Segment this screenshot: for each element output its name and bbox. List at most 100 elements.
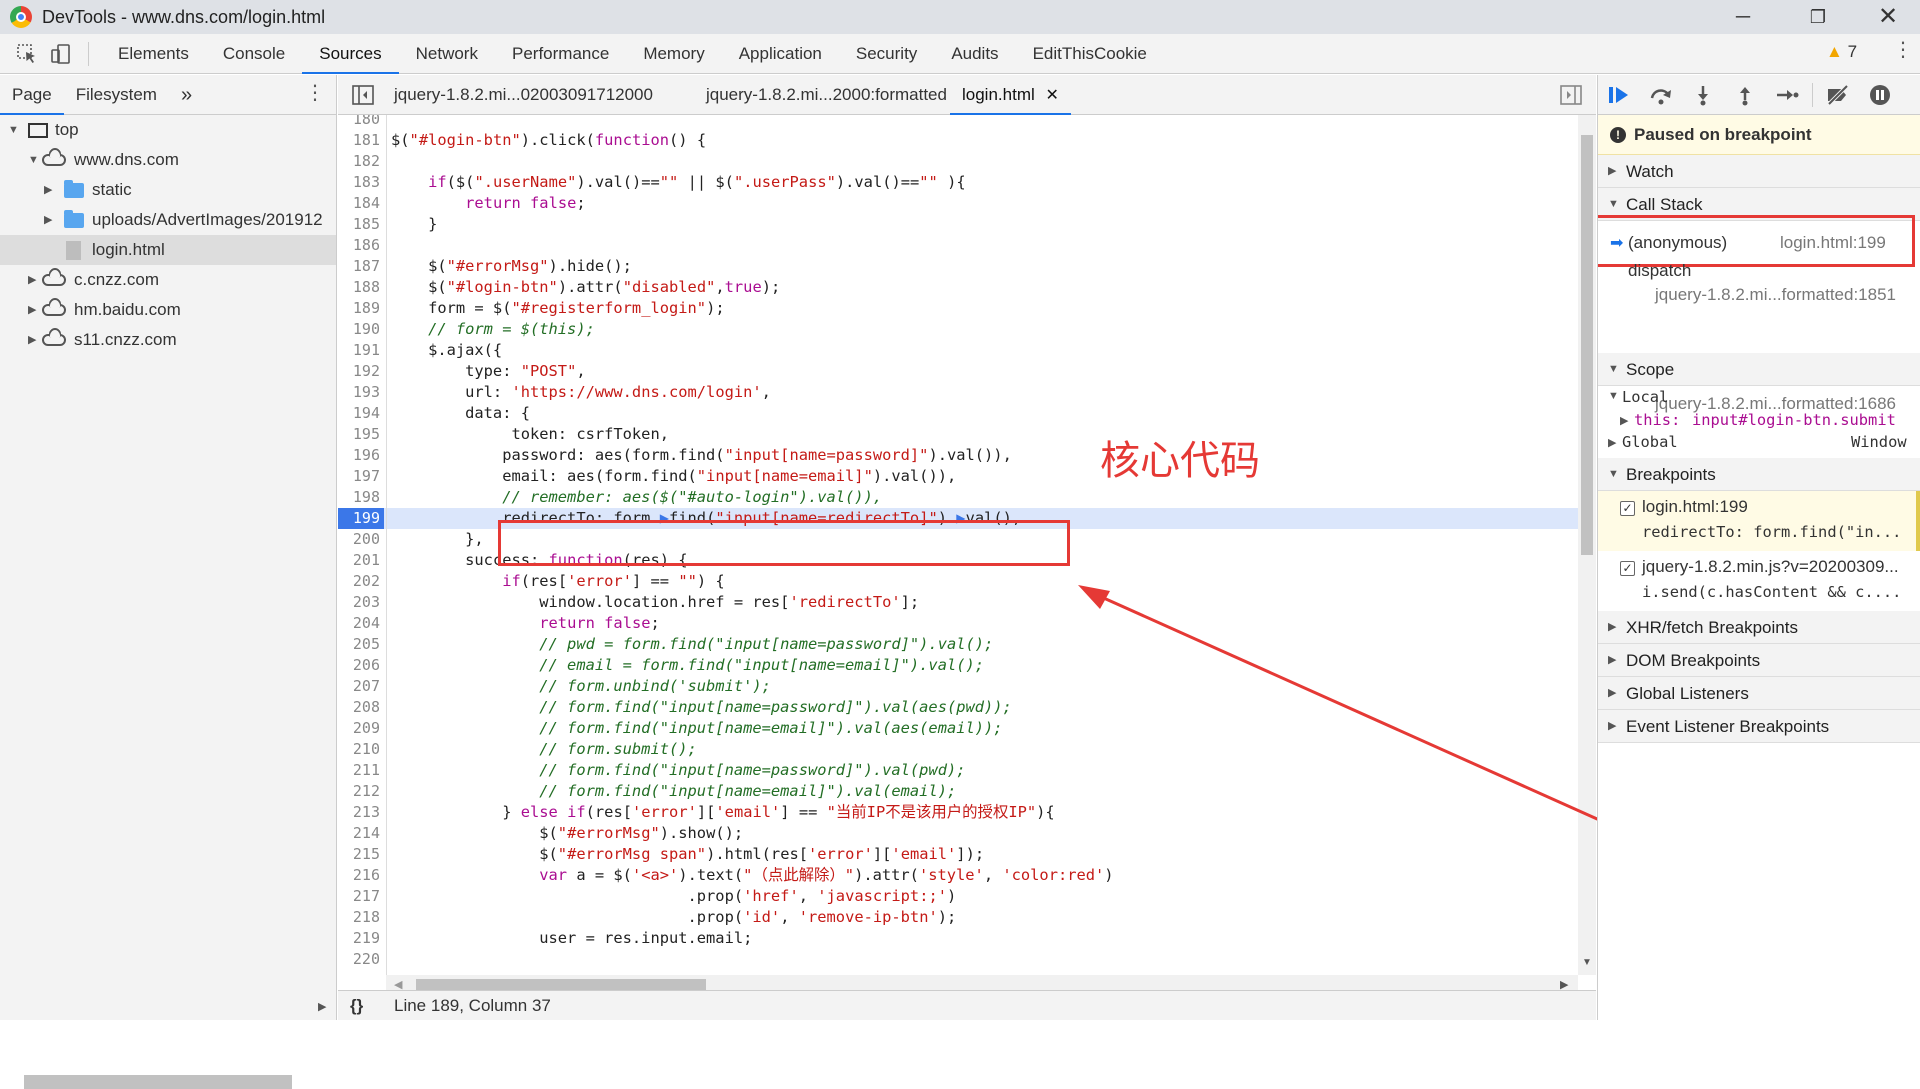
line-number[interactable]: 186 [338,235,380,256]
tab-editthiscookie[interactable]: EditThisCookie [1016,34,1164,74]
code-line[interactable]: 189 form = $("#registerform_login"); [338,298,1578,319]
close-window-button[interactable]: ✕ [1860,0,1916,34]
inspect-element-icon[interactable] [12,39,42,69]
line-number[interactable]: 197 [338,466,380,487]
line-number[interactable]: 191 [338,340,380,361]
tab-audits[interactable]: Audits [934,34,1015,74]
close-tab-icon[interactable]: ✕ [1046,87,1059,104]
breakpoint-item-login[interactable]: ✓ login.html:199 redirectTo: form.find("… [1598,491,1920,551]
line-number[interactable]: 196 [338,445,380,466]
code-line[interactable]: 187 $("#errorMsg").hide(); [338,256,1578,277]
code-line[interactable]: 190 // form = $(this); [338,319,1578,340]
pretty-print-button[interactable]: {} [350,991,363,1021]
line-number[interactable]: 184 [338,193,380,214]
tab-page[interactable]: Page [0,75,64,115]
restore-button[interactable]: ❐ [1790,0,1846,34]
code-line[interactable]: 183 if($(".userName").val()=="" || $(".u… [338,172,1578,193]
tree-item-top[interactable]: ▼ top [0,115,336,145]
line-number[interactable]: 215 [338,844,380,865]
tab-filesystem[interactable]: Filesystem [64,75,169,115]
code-line[interactable]: 184 return false; [338,193,1578,214]
tab-security[interactable]: Security [839,34,934,74]
more-tabs-icon[interactable]: » [169,75,204,115]
collapse-arrow-icon[interactable]: ▶ [28,295,36,325]
tree-item-s11-cnzz-com[interactable]: ▶ s11.cnzz.com [0,325,336,355]
device-toolbar-icon[interactable] [46,39,76,69]
code-line[interactable]: 195 token: csrfToken, [338,424,1578,445]
tab-jquery-min[interactable]: jquery-1.8.2.mi...02003091712000 [394,75,653,115]
line-number[interactable]: 187 [338,256,380,277]
tree-item-static[interactable]: ▶ static [0,175,336,205]
step-over-icon[interactable] [1640,75,1682,115]
breakpoint-item-jquery[interactable]: ✓ jquery-1.8.2.min.js?v=20200309... i.se… [1598,551,1920,611]
code-line[interactable]: 196 password: aes(form.find("input[name=… [338,445,1578,466]
line-number[interactable]: 217 [338,886,380,907]
line-number[interactable]: 202 [338,571,380,592]
line-number[interactable]: 206 [338,655,380,676]
code-line[interactable]: 180 [338,115,1578,130]
line-number[interactable]: 190 [338,319,380,340]
line-number[interactable]: 207 [338,676,380,697]
collapse-arrow-icon[interactable]: ▶ [28,265,36,295]
section-dom-breakpoints[interactable]: ▶ DOM Breakpoints [1598,644,1920,677]
line-number[interactable]: 205 [338,634,380,655]
line-number[interactable]: 182 [338,151,380,172]
line-number[interactable]: 211 [338,760,380,781]
code-line[interactable]: 220 [338,949,1578,970]
deactivate-breakpoints-icon[interactable] [1817,75,1859,115]
tree-item-uploads[interactable]: ▶ uploads/AdvertImages/201912 [0,205,336,235]
line-number[interactable]: 219 [338,928,380,949]
tree-item-c-cnzz-com[interactable]: ▶ c.cnzz.com [0,265,336,295]
navigator-scrollbar-thumb[interactable] [24,1075,292,1089]
scope-local[interactable]: Local [1622,388,1668,406]
line-number[interactable]: 180 [338,115,380,130]
scroll-down-icon[interactable]: ▼ [1582,957,1592,968]
collapse-arrow-icon[interactable]: ▶ [44,205,52,235]
line-number[interactable]: 200 [338,529,380,550]
scroll-right-icon[interactable]: ▶ [318,1000,326,1013]
code-line[interactable]: 192 type: "POST", [338,361,1578,382]
line-number[interactable]: 185 [338,214,380,235]
line-number[interactable]: 181 [338,130,380,151]
section-watch[interactable]: ▶ Watch [1598,155,1920,188]
line-number[interactable]: 210 [338,739,380,760]
line-number[interactable]: 208 [338,697,380,718]
line-number[interactable]: 220 [338,949,380,970]
code-line[interactable]: 219 user = res.input.email; [338,928,1578,949]
vertical-scroll-thumb[interactable] [1581,135,1593,555]
scope-global[interactable]: Global [1622,433,1678,451]
line-number[interactable]: 212 [338,781,380,802]
tab-elements[interactable]: Elements [101,34,206,74]
navigator-menu-icon[interactable]: ⋮ [305,80,325,105]
tab-memory[interactable]: Memory [626,34,721,74]
code-line[interactable]: 198 // remember: aes($("#auto-login").va… [338,487,1578,508]
section-global-listeners[interactable]: ▶ Global Listeners [1598,677,1920,710]
code-line[interactable]: 194 data: { [338,403,1578,424]
code-line[interactable]: 186 [338,235,1578,256]
line-number[interactable]: 204 [338,613,380,634]
line-number[interactable]: 192 [338,361,380,382]
line-number[interactable]: 209 [338,718,380,739]
expand-arrow-icon[interactable]: ▼ [28,145,39,175]
tab-jquery-formatted[interactable]: jquery-1.8.2.mi...2000:formatted [706,75,947,115]
scope-this-value[interactable]: input#login-btn.submit [1692,411,1896,429]
line-number[interactable]: 183 [338,172,380,193]
line-number[interactable]: 216 [338,865,380,886]
line-number[interactable]: 213 [338,802,380,823]
step-into-icon[interactable] [1682,75,1724,115]
code-line[interactable]: 181 $("#login-btn").click(function() { [338,130,1578,151]
call-frame-dispatch[interactable]: dispatch jquery-1.8.2.mi...formatted:185… [1598,257,1920,312]
tab-console[interactable]: Console [206,34,302,74]
line-number[interactable]: 198 [338,487,380,508]
resume-icon[interactable] [1598,75,1640,115]
line-number[interactable]: 189 [338,298,380,319]
code-line[interactable]: 193 url: 'https://www.dns.com/login', [338,382,1578,403]
collapse-arrow-icon[interactable]: ▶ [1608,436,1616,449]
line-number[interactable]: 218 [338,907,380,928]
toggle-navigator-icon[interactable] [352,85,374,110]
tab-application[interactable]: Application [722,34,839,74]
code-line[interactable]: 197 email: aes(form.find("input[name=ema… [338,466,1578,487]
code-line[interactable]: 191 $.ajax({ [338,340,1578,361]
collapse-arrow-icon[interactable]: ▶ [28,325,36,355]
step-out-icon[interactable] [1724,75,1766,115]
